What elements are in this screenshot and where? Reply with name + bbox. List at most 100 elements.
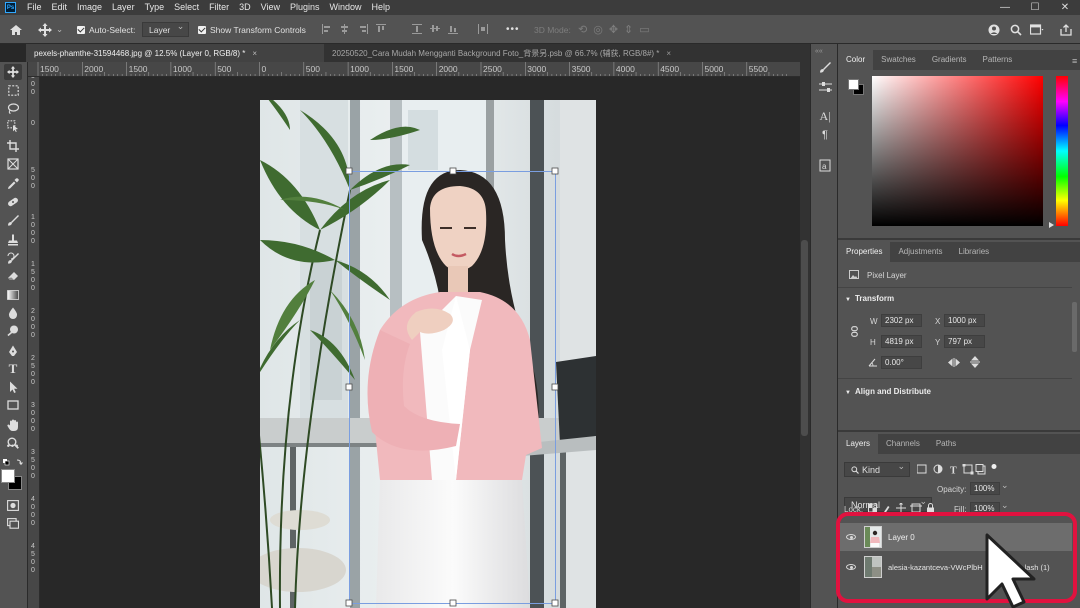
quick-mask-button[interactable] xyxy=(4,497,22,513)
menu-image[interactable]: Image xyxy=(72,0,107,15)
collapse-arrows-icon[interactable]: «« xyxy=(815,48,823,55)
eraser-tool[interactable] xyxy=(4,268,22,284)
tab-patterns[interactable]: Patterns xyxy=(975,50,1021,70)
tab-layers[interactable]: Layers xyxy=(838,434,879,454)
menu-window[interactable]: Window xyxy=(325,0,367,15)
tab-libraries[interactable]: Libraries xyxy=(951,242,998,262)
align-top-edges-icon[interactable] xyxy=(376,24,386,34)
align-left-edges-icon[interactable] xyxy=(322,24,332,34)
history-brush-tool[interactable] xyxy=(4,250,22,266)
eyedropper-tool[interactable] xyxy=(4,176,22,192)
tab-color[interactable]: Color xyxy=(838,50,874,70)
tab-channels[interactable]: Channels xyxy=(878,434,928,454)
3d-orbit-icon[interactable]: ⟲ xyxy=(578,23,593,36)
hue-slider[interactable] xyxy=(1056,76,1068,226)
foreground-color-swatch[interactable] xyxy=(1,469,15,483)
flip-horizontal-button[interactable] xyxy=(948,358,960,369)
tab-swatches[interactable]: Swatches xyxy=(873,50,924,70)
pen-tool[interactable] xyxy=(4,343,22,359)
move-tool-preset[interactable]: ⌄ xyxy=(38,15,63,44)
glyphs-button[interactable]: a xyxy=(817,158,833,172)
3d-roll-icon[interactable]: ◎ xyxy=(593,23,609,36)
tab-gradients[interactable]: Gradients xyxy=(924,50,975,70)
scrollbar-thumb[interactable] xyxy=(801,240,808,436)
align-horizontal-centers-icon[interactable] xyxy=(340,24,350,34)
3d-scale-icon[interactable]: ▭ xyxy=(639,23,655,36)
color-panel-foreground-swatch[interactable] xyxy=(848,79,859,90)
opacity-input[interactable]: 100% xyxy=(970,482,1000,495)
menu-3d[interactable]: 3D xyxy=(234,0,256,15)
show-transform-controls-checkbox[interactable]: Show Transform Controls xyxy=(198,15,306,44)
character-panel-button[interactable]: A| xyxy=(817,109,833,123)
path-selection-tool[interactable] xyxy=(4,379,22,395)
document-image[interactable] xyxy=(260,100,596,608)
auto-select-checkbox[interactable]: Auto-Select: xyxy=(77,15,135,44)
edit-toolbar-button[interactable]: ••• xyxy=(4,440,22,452)
color-picker-field[interactable] xyxy=(872,76,1043,226)
gradient-tool[interactable] xyxy=(4,287,22,303)
distribute-top-icon[interactable] xyxy=(412,24,422,34)
document-tab-active[interactable]: pexels-phamthe-31594468.jpg @ 12.5% (Lay… xyxy=(26,44,324,62)
marquee-tool[interactable] xyxy=(4,82,22,98)
distribute-vertical-centers-icon[interactable] xyxy=(430,24,440,34)
menu-layer[interactable]: Layer xyxy=(107,0,140,15)
maximize-button[interactable]: ☐ xyxy=(1020,0,1050,15)
x-input[interactable]: 1000 px xyxy=(944,314,985,327)
hand-tool[interactable] xyxy=(4,417,22,433)
menu-type[interactable]: Type xyxy=(140,0,170,15)
3d-pan-icon[interactable]: ✥ xyxy=(609,23,624,36)
paragraph-panel-button[interactable]: ¶ xyxy=(817,128,833,142)
tab-close-icon[interactable]: × xyxy=(252,49,257,58)
search-button[interactable] xyxy=(1010,15,1022,44)
angle-input[interactable]: 0.00° xyxy=(881,356,922,369)
minimize-button[interactable]: — xyxy=(990,0,1020,15)
object-selection-tool[interactable] xyxy=(4,118,22,134)
blur-tool[interactable] xyxy=(4,305,22,321)
home-button[interactable] xyxy=(9,15,23,44)
transform-section-toggle[interactable]: ▼ Transform xyxy=(845,294,894,303)
workspace-button[interactable] xyxy=(1030,15,1044,44)
layer-kind-filter-dropdown[interactable]: Kind xyxy=(844,461,910,477)
frame-tool[interactable] xyxy=(4,156,22,172)
menu-plugins[interactable]: Plugins xyxy=(285,0,325,15)
tab-paths[interactable]: Paths xyxy=(928,434,964,454)
distribute-horizontal-icon[interactable] xyxy=(478,24,488,34)
share-button[interactable] xyxy=(1060,15,1072,44)
auto-select-target-dropdown[interactable]: Layer xyxy=(142,21,190,37)
menu-select[interactable]: Select xyxy=(169,0,204,15)
dodge-tool[interactable] xyxy=(4,323,22,339)
menu-filter[interactable]: Filter xyxy=(204,0,234,15)
account-button[interactable] xyxy=(988,15,1000,44)
brush-tool[interactable] xyxy=(4,212,22,228)
clone-stamp-tool[interactable] xyxy=(4,232,22,248)
link-dimensions-button[interactable] xyxy=(851,326,858,339)
type-tool[interactable]: T xyxy=(4,361,22,377)
menu-file[interactable]: File xyxy=(22,0,47,15)
y-input[interactable]: 797 px xyxy=(944,335,985,348)
menu-help[interactable]: Help xyxy=(367,0,396,15)
tab-properties[interactable]: Properties xyxy=(838,242,891,262)
tab-adjustments[interactable]: Adjustments xyxy=(890,242,950,262)
close-button[interactable]: ✕ xyxy=(1050,0,1080,15)
distribute-bottom-icon[interactable] xyxy=(448,24,458,34)
panel-menu-icon[interactable]: ≡ xyxy=(1072,56,1077,66)
adjustments-button[interactable] xyxy=(817,80,833,94)
width-input[interactable]: 2302 px xyxy=(881,314,922,327)
menu-edit[interactable]: Edit xyxy=(47,0,73,15)
default-colors-icons[interactable] xyxy=(2,458,26,468)
screen-mode-button[interactable] xyxy=(4,515,22,531)
flip-vertical-button[interactable] xyxy=(970,356,980,370)
hue-slider-handle[interactable] xyxy=(1049,222,1054,228)
opacity-chevron-icon[interactable]: ⌄ xyxy=(1001,480,1009,491)
align-section-toggle[interactable]: ▼ Align and Distribute xyxy=(845,387,931,396)
more-options-button[interactable]: ••• xyxy=(506,15,520,44)
fill-chevron-icon[interactable]: ⌄ xyxy=(1001,500,1009,511)
3d-slide-icon[interactable]: ⇕ xyxy=(624,23,639,36)
healing-brush-tool[interactable] xyxy=(4,194,22,210)
brush-settings-button[interactable] xyxy=(817,60,833,74)
tab-close-icon[interactable]: × xyxy=(666,49,671,58)
lasso-tool[interactable] xyxy=(4,100,22,116)
menu-view[interactable]: View xyxy=(256,0,285,15)
move-tool[interactable] xyxy=(4,64,22,80)
crop-tool[interactable] xyxy=(4,138,22,154)
